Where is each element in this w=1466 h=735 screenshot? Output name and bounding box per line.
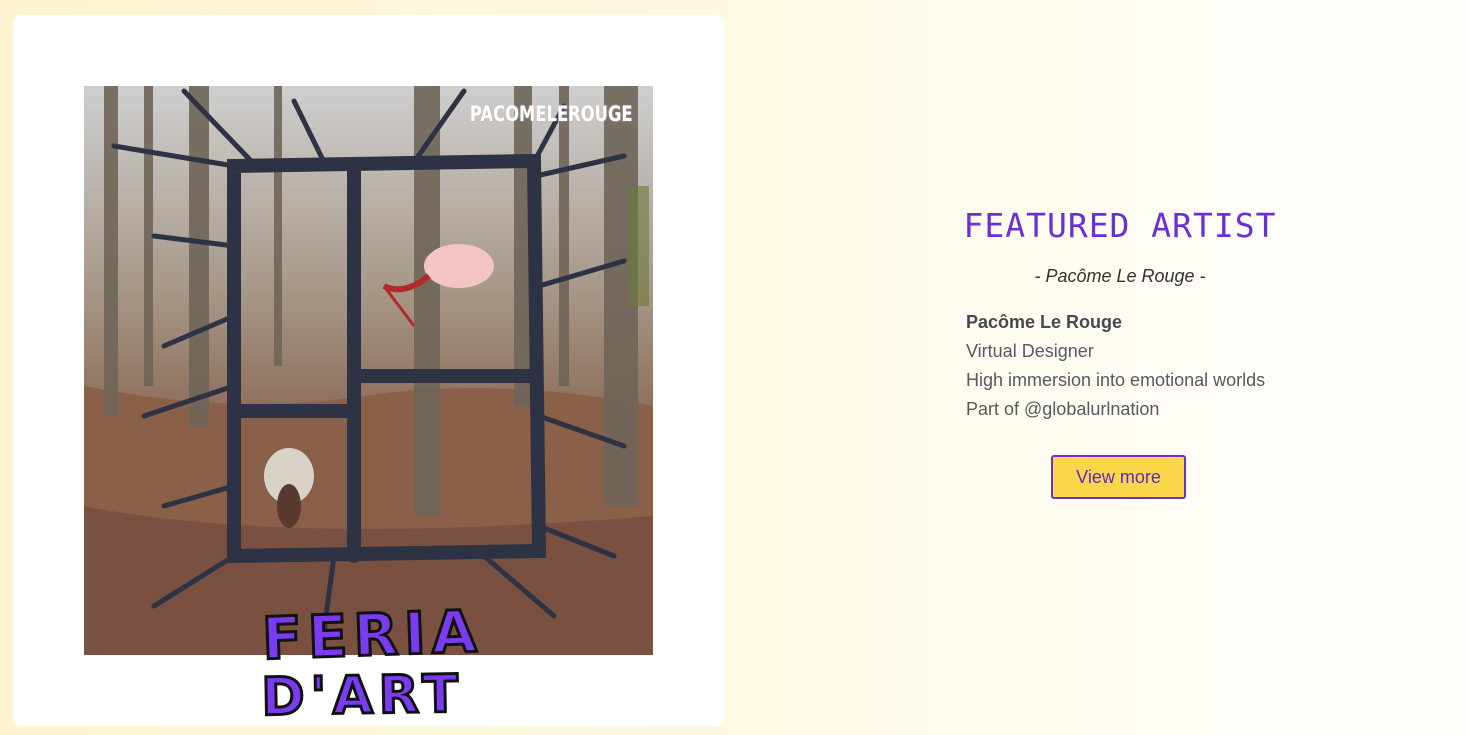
artist-name: Pacôme Le Rouge: [966, 312, 1123, 332]
logo-line-1: FERIA: [261, 597, 484, 673]
logo-line-2: D'ART: [261, 664, 465, 720]
artwork-watermark: PACOMELEROUGE: [470, 102, 633, 126]
artwork-image: PACOMELEROUGE: [84, 86, 653, 655]
featured-heading: FEATURED ARTIST: [963, 206, 1277, 245]
artist-details: Pacôme Le Rouge Virtual Designer High im…: [966, 308, 1296, 424]
artist-role: Virtual Designer: [966, 341, 1094, 361]
featured-subtitle: - Pacôme Le Rouge -: [1034, 266, 1206, 286]
view-more-button[interactable]: View more: [1051, 455, 1186, 499]
artist-affiliation: Part of @globalurlnation: [966, 399, 1160, 419]
artist-tagline: High immersion into emotional worlds: [966, 370, 1266, 390]
feria-dart-logo: FERIA D'ART: [233, 595, 513, 726]
artwork-card: PACOMELEROUGE FERIA D'ART: [13, 15, 724, 726]
